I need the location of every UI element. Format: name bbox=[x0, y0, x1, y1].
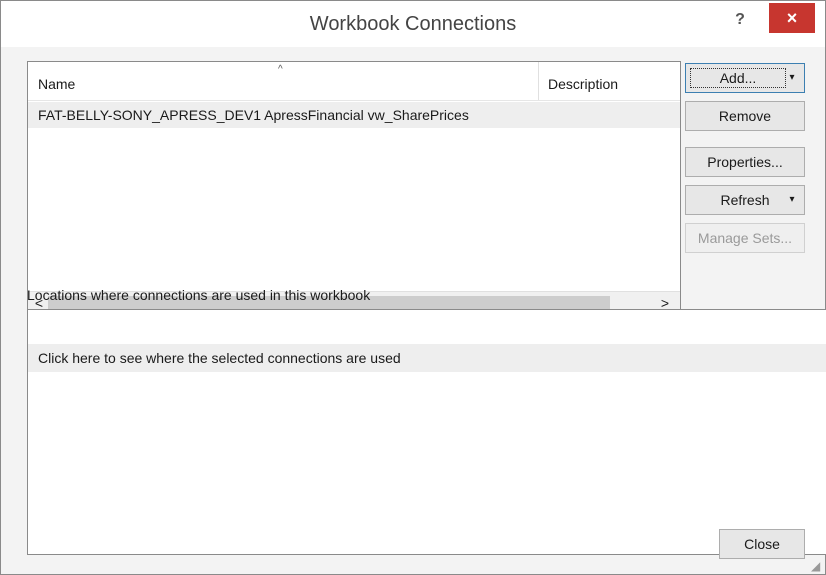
workbook-connections-dialog: Workbook Connections ? × ^ Name Descript… bbox=[0, 0, 826, 575]
resize-grip-icon[interactable]: ◢ bbox=[811, 560, 823, 572]
locations-row[interactable]: Click here to see where the selected con… bbox=[28, 344, 826, 372]
remove-button[interactable]: Remove bbox=[685, 101, 805, 131]
locations-label: Locations where connections are used in … bbox=[27, 287, 371, 303]
column-header-name[interactable]: Name bbox=[38, 76, 75, 92]
refresh-button-label: Refresh bbox=[720, 192, 770, 208]
column-divider[interactable] bbox=[538, 62, 539, 100]
manage-sets-button[interactable]: Manage Sets... bbox=[685, 223, 805, 253]
help-button[interactable]: ? bbox=[729, 9, 751, 31]
close-button[interactable]: Close bbox=[719, 529, 805, 559]
add-dropdown-icon[interactable]: ▾ bbox=[786, 64, 798, 92]
refresh-dropdown-icon[interactable]: ▾ bbox=[786, 186, 798, 214]
dialog-title: Workbook Connections bbox=[309, 13, 517, 35]
connection-name: FAT-BELLY-SONY_APRESS_DEV1 ApressFinanci… bbox=[38, 107, 469, 123]
add-button-label: Add... bbox=[690, 68, 786, 88]
connection-row[interactable]: FAT-BELLY-SONY_APRESS_DEV1 ApressFinanci… bbox=[28, 102, 680, 128]
locations-list[interactable]: Click here to see where the selected con… bbox=[27, 309, 826, 555]
properties-button[interactable]: Properties... bbox=[685, 147, 805, 177]
locations-message: Click here to see where the selected con… bbox=[38, 350, 401, 366]
title-bar: Workbook Connections ? × bbox=[1, 1, 825, 47]
dialog-body: ^ Name Description FAT-BELLY-SONY_APRESS… bbox=[11, 47, 826, 567]
column-header-description[interactable]: Description bbox=[548, 76, 618, 92]
refresh-button[interactable]: Refresh ▾ bbox=[685, 185, 805, 215]
connections-list[interactable]: ^ Name Description FAT-BELLY-SONY_APRESS… bbox=[27, 61, 681, 315]
sort-indicator-icon: ^ bbox=[278, 64, 283, 75]
add-button[interactable]: Add... ▾ bbox=[685, 63, 805, 93]
close-window-button[interactable]: × bbox=[769, 3, 815, 33]
list-header: ^ Name Description bbox=[28, 62, 680, 101]
